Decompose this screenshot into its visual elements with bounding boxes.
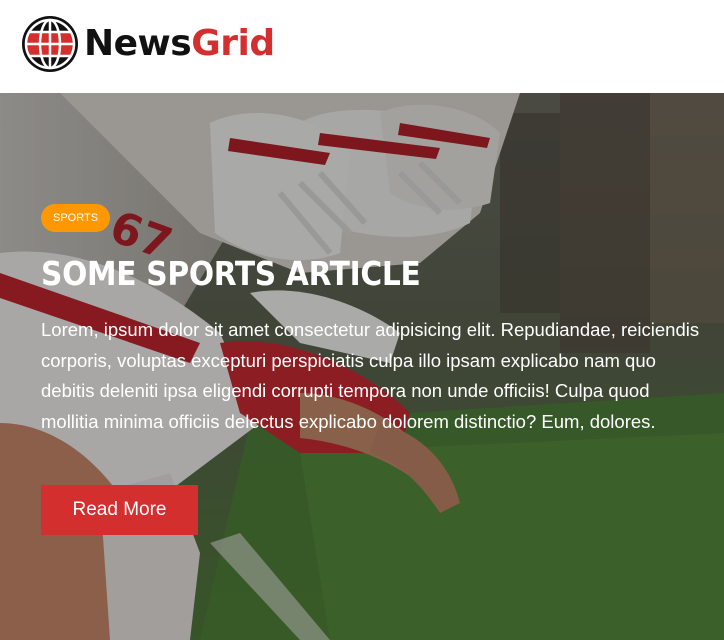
site-header: NewsGrid bbox=[0, 0, 724, 93]
brand-name-part1: News bbox=[84, 23, 192, 64]
hero-article: 67 Sports Some Sports Article Lorem, ips… bbox=[0, 93, 724, 640]
article-excerpt: Lorem, ipsum dolor sit amet consectetur … bbox=[41, 319, 700, 432]
article-title: Some Sports Article bbox=[41, 254, 421, 293]
brand-name-part2: Grid bbox=[191, 23, 275, 64]
brand-name: NewsGrid bbox=[84, 14, 275, 74]
category-badge[interactable]: Sports bbox=[41, 204, 111, 232]
globe-icon bbox=[22, 16, 78, 72]
site-logo[interactable]: NewsGrid bbox=[20, 14, 275, 74]
read-more-button[interactable]: Read More bbox=[41, 485, 198, 535]
